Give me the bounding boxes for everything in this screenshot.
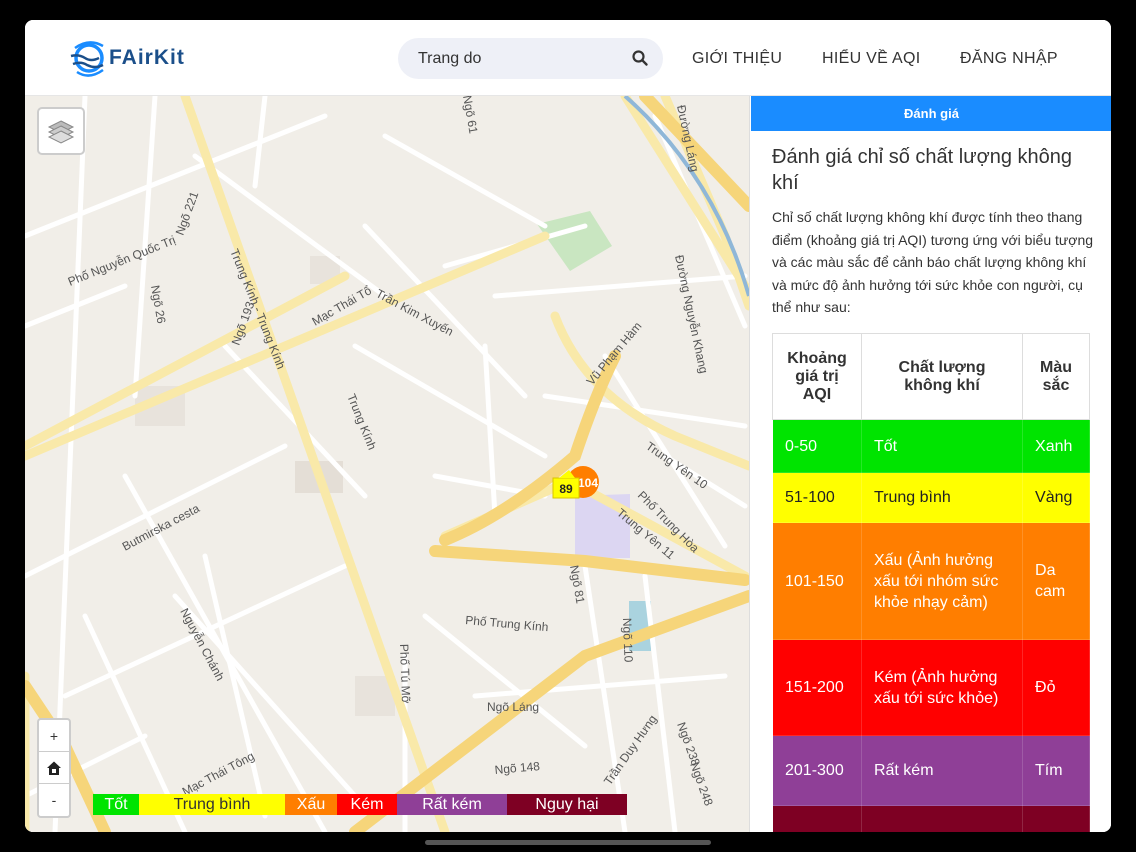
home-indicator[interactable] [425, 840, 711, 845]
table-header: Chất lượng không khí [860, 333, 1024, 420]
search-input[interactable] [418, 38, 618, 79]
logo-icon [70, 41, 104, 77]
table-row: 201-300 Rất kém Tím [772, 735, 1090, 806]
street-label: Ngõ 110 [620, 618, 636, 663]
table-header-row: Khoảng giá trị AQI Chất lượng không khí … [772, 333, 1090, 420]
map-tiles[interactable]: Phố Nguyễn Quốc Trị Trung Kính - Trung K… [25, 96, 749, 832]
legend-tot: Tốt [93, 794, 139, 815]
legend-nguy-hai: Nguy hại [507, 794, 627, 815]
nav-gioi-thieu[interactable]: GIỚI THIỆU [692, 50, 782, 68]
info-panel: Đánh giá Đánh giá chỉ số chất lượng khôn… [749, 96, 1111, 832]
table-cell-color: Đỏ [1022, 639, 1090, 736]
aqi-table: Khoảng giá trị AQI Chất lượng không khí … [772, 333, 1090, 832]
table-cell-color: Xanh [1022, 419, 1090, 473]
legend-rat-kem: Rất kém [397, 794, 507, 815]
table-row: 0-50 Tốt Xanh [772, 419, 1090, 473]
table-header: Khoảng giá trị AQI [772, 333, 862, 420]
nav-hieu-ve-aqi[interactable]: HIỂU VỀ AQI [822, 50, 920, 68]
home-icon [47, 761, 61, 775]
aqi-marker-104-label: 104 [578, 476, 598, 490]
app-screen: FAirKit GIỚI THIỆU HIỂU VỀ AQI ĐĂNG NHẬP [25, 20, 1111, 832]
table-cell-color [1022, 805, 1090, 832]
table-cell-range: 0-50 [772, 419, 862, 473]
layers-button[interactable] [37, 107, 85, 155]
table-cell-range: 51-100 [772, 472, 862, 523]
table-cell-quality: Trung bình [860, 472, 1024, 523]
table-cell-range: 201-300 [772, 735, 862, 806]
header: FAirKit GIỚI THIỆU HIỂU VỀ AQI ĐĂNG NHẬP [25, 20, 1111, 96]
table-cell-color: Vàng [1022, 472, 1090, 523]
street-label: Ngõ Láng [487, 700, 539, 714]
table-cell-quality: Tốt [860, 419, 1024, 473]
table-row: 151-200 Kém (Ảnh hưởng xấu tới sức khỏe)… [772, 639, 1090, 736]
table-row [772, 805, 1090, 832]
zoom-in-button[interactable]: + [39, 720, 69, 752]
aqi-marker-89-label: 89 [559, 482, 573, 496]
table-cell-color: Tím [1022, 735, 1090, 806]
panel-title: Đánh giá chỉ số chất lượng không khí [772, 146, 1073, 194]
home-button[interactable] [39, 752, 69, 784]
table-cell-color: Da cam [1022, 522, 1090, 640]
panel-description: Chỉ số chất lượng không khí được tính th… [772, 209, 1094, 315]
zoom-out-button[interactable]: - [39, 784, 69, 816]
aqi-legend: Tốt Trung bình Xấu Kém Rất kém Nguy hại [93, 794, 627, 815]
table-cell-range [772, 805, 862, 832]
table-row: 51-100 Trung bình Vàng [772, 472, 1090, 523]
table-cell-quality: Xấu (Ảnh hưởng xấu tới nhóm sức khỏe nhạ… [860, 522, 1024, 640]
table-cell-range: 101-150 [772, 522, 862, 640]
legend-trung-binh: Trung bình [139, 794, 285, 815]
table-cell-range: 151-200 [772, 639, 862, 736]
table-row: 101-150 Xấu (Ảnh hưởng xấu tới nhóm sức … [772, 522, 1090, 640]
zoom-controls: + - [37, 718, 71, 818]
legend-kem: Kém [337, 794, 397, 815]
layers-icon [47, 120, 75, 144]
street-label: Phố Tú Mỡ [397, 644, 413, 704]
logo-text: FAirKit [109, 46, 185, 69]
tab-danh-gia[interactable]: Đánh giá [751, 96, 1111, 131]
search-box [398, 38, 663, 79]
table-cell-quality: Kém (Ảnh hưởng xấu tới sức khỏe) [860, 639, 1024, 736]
nav-dang-nhap[interactable]: ĐĂNG NHẬP [960, 50, 1058, 68]
logo[interactable]: FAirKit [67, 36, 197, 80]
search-icon[interactable] [631, 49, 649, 67]
table-cell-quality: Rất kém [860, 735, 1024, 806]
table-cell-quality [860, 805, 1024, 832]
legend-xau: Xấu [285, 794, 337, 815]
table-header: Màu sắc [1022, 333, 1090, 420]
map[interactable]: Phố Nguyễn Quốc Trị Trung Kính - Trung K… [25, 96, 749, 832]
